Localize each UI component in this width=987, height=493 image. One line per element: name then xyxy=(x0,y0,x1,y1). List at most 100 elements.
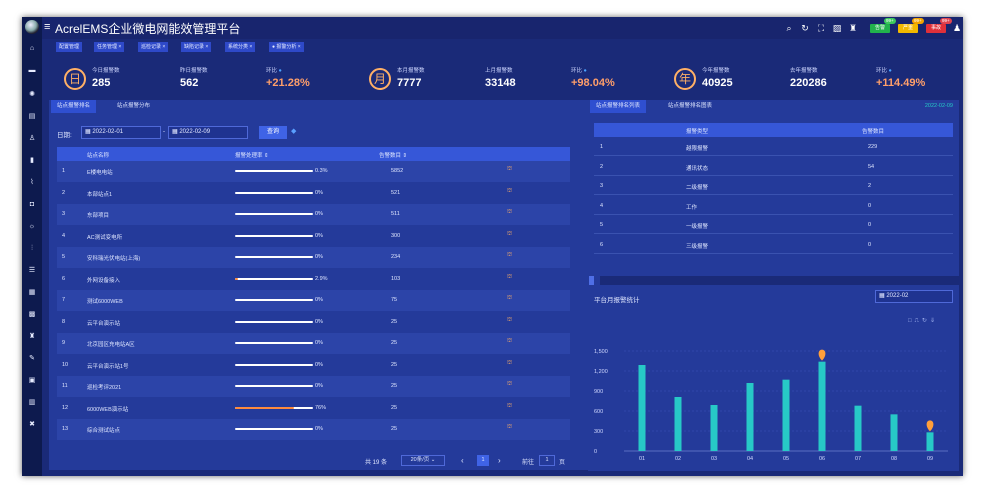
refresh-icon[interactable]: ↻ xyxy=(800,23,810,33)
type-table-row[interactable]: 6 三级报警 0 xyxy=(594,235,953,254)
min-value-marker[interactable] xyxy=(926,420,934,432)
detail-icon[interactable]: ⛫ xyxy=(507,381,512,388)
col-handle-rate[interactable]: 报警处理率 ⇕ xyxy=(235,151,269,159)
list-icon[interactable]: ☰ xyxy=(27,267,37,275)
alarm-icon[interactable]: ♜ xyxy=(27,333,37,341)
search-icon[interactable]: ⌕ xyxy=(784,23,794,33)
alarm-count: 25 xyxy=(391,361,398,368)
goto-page-input[interactable]: 1 xyxy=(539,455,555,466)
date-to-input[interactable]: ▦ 2022-02-09 xyxy=(168,126,248,139)
table-icon[interactable]: ▦ xyxy=(27,289,37,297)
detail-icon[interactable]: ⛫ xyxy=(507,166,512,173)
tab-ranking-list[interactable]: 站点报警排名列表 xyxy=(590,100,647,113)
detail-icon[interactable]: ⛫ xyxy=(507,317,512,324)
tools-icon[interactable]: ✖ xyxy=(27,421,37,429)
col-site-name[interactable]: 站点名称 xyxy=(87,151,109,159)
bar-month-07[interactable] xyxy=(854,405,862,451)
table-row[interactable]: 8 云平台演示站 0% 25 ⛫ xyxy=(57,312,570,333)
table-row[interactable]: 11 巡检考评2021 0% 25 ⛫ xyxy=(57,376,570,397)
table-row[interactable]: 3 东部项目 0% 511 ⛫ xyxy=(57,204,570,225)
detail-icon[interactable]: ⛫ xyxy=(507,338,512,345)
detail-icon[interactable]: ⛫ xyxy=(507,295,512,302)
type-table-row[interactable]: 5 一级报警 0 xyxy=(594,215,953,234)
table-row[interactable]: 13 综合测试站点 0% 25 ⛫ xyxy=(57,419,570,440)
page-number-current[interactable]: 1 xyxy=(477,455,489,466)
user-icon[interactable]: ♟ xyxy=(952,23,962,33)
table-row[interactable]: 2 本部站点1 0% 521 ⛫ xyxy=(57,183,570,204)
table-row[interactable]: 9 北京园区充电站A区 0% 25 ⛫ xyxy=(57,333,570,354)
nav-tab[interactable]: 任务管理 × xyxy=(94,42,125,52)
detail-icon[interactable]: ⛫ xyxy=(507,231,512,238)
goto-label: 前往 xyxy=(522,460,535,466)
alarm-badge-serious[interactable]: 严重 xyxy=(898,24,918,33)
bar-month-02[interactable] xyxy=(674,397,682,451)
monitor-icon[interactable]: ▬ xyxy=(27,67,37,75)
detail-icon[interactable]: ⛫ xyxy=(507,360,512,367)
kpi-daily: 日 今日报警数 285 昨日报警数 562 环比 ● +21.28% xyxy=(62,54,352,104)
nav-tab[interactable]: 系统分类 × xyxy=(225,42,256,52)
menu-icon[interactable]: ≡ xyxy=(44,21,50,33)
tab-site-ranking[interactable]: 站点报警排名 xyxy=(51,100,97,113)
doc-icon[interactable]: ▥ xyxy=(27,399,37,407)
type-table-row[interactable]: 3 二级报警 2 xyxy=(594,176,953,195)
nav-tab[interactable]: 缺陷记录 × xyxy=(181,42,212,52)
fullscreen-icon[interactable]: ⛶ xyxy=(816,23,826,33)
report-icon[interactable]: ▤ xyxy=(27,113,37,121)
prev-page-icon[interactable]: ‹ xyxy=(461,456,464,465)
bar-month-04[interactable] xyxy=(746,383,754,451)
alarm-badge-accident[interactable]: 事故 xyxy=(926,24,946,33)
user-group-icon[interactable]: ♙ xyxy=(27,135,37,143)
type-table-row[interactable]: 4 工作 0 xyxy=(594,196,953,215)
detail-icon[interactable]: ⛫ xyxy=(507,252,512,259)
nav-tab-active[interactable]: ● 报警分析 × xyxy=(269,42,304,52)
image-icon[interactable]: ▨ xyxy=(832,23,842,33)
bar-month-01[interactable] xyxy=(638,365,646,451)
bar-month-06[interactable] xyxy=(818,361,826,451)
table-row[interactable]: 4 AC测试变电所 0% 300 ⛫ xyxy=(57,226,570,247)
home-icon[interactable]: ⌂ xyxy=(27,45,37,53)
alarm-count: 25 xyxy=(391,318,398,325)
col-alarm-count[interactable]: 告警数目 ⇕ xyxy=(379,151,407,159)
tab-ranking-chart[interactable]: 站点报警排名图表 xyxy=(662,100,718,113)
nav-tab[interactable]: 巡检记录 × xyxy=(138,42,169,52)
window-icon[interactable]: ▣ xyxy=(27,377,37,385)
table-row[interactable]: 1 E楼电电站 0.3% 5852 ⛫ xyxy=(57,161,570,182)
detail-icon[interactable]: ⛫ xyxy=(507,209,512,216)
detail-icon[interactable]: ⛫ xyxy=(507,403,512,410)
badge-count: 99+ xyxy=(884,18,896,24)
handle-rate-text: 2.9% xyxy=(315,275,328,282)
type-table-row[interactable]: 2 通讯状态 54 xyxy=(594,157,953,176)
settings-icon[interactable]: ✺ xyxy=(27,91,37,99)
query-button[interactable]: 查询 xyxy=(259,126,287,139)
edit-icon[interactable]: ✎ xyxy=(27,355,37,363)
bar-month-05[interactable] xyxy=(782,379,790,451)
shirt-icon[interactable]: ♜ xyxy=(848,23,858,33)
grid-icon[interactable]: ▩ xyxy=(27,311,37,319)
bar-month-09[interactable] xyxy=(926,432,934,451)
camera-icon[interactable]: ◘ xyxy=(27,201,37,209)
table-row[interactable]: 7 测试6000WEB 0% 75 ⛫ xyxy=(57,290,570,311)
max-value-marker[interactable] xyxy=(818,349,826,361)
table-row[interactable]: 5 安科瑞光伏电站(上海) 0% 234 ⛫ xyxy=(57,247,570,268)
alarm-type: 二级报警 xyxy=(686,185,709,191)
chart-icon[interactable]: ▮ xyxy=(27,157,37,165)
detail-icon[interactable]: ⛫ xyxy=(507,424,512,431)
next-page-icon[interactable]: › xyxy=(498,456,501,465)
bulb-icon[interactable]: ☼ xyxy=(27,223,37,231)
tab-site-distribution[interactable]: 站点报警分布 xyxy=(111,100,156,113)
trend-icon[interactable]: ⌇ xyxy=(27,179,37,187)
alarm-badge-warning[interactable]: 告警 xyxy=(870,24,890,33)
detail-icon[interactable]: ⛫ xyxy=(507,188,512,195)
tower-icon[interactable]: ⫶ xyxy=(27,245,37,253)
help-icon[interactable]: ◆ xyxy=(291,127,296,135)
bar-month-03[interactable] xyxy=(710,405,718,451)
nav-tab[interactable]: 配置管理 xyxy=(56,42,83,52)
table-row[interactable]: 6 外网设备接入 2.9% 103 ⛫ xyxy=(57,269,570,290)
table-row[interactable]: 10 云平台演示站1号 0% 25 ⛫ xyxy=(57,355,570,376)
detail-icon[interactable]: ⛫ xyxy=(507,274,512,281)
date-from-input[interactable]: ▦ 2022-02-01 xyxy=(81,126,161,139)
table-row[interactable]: 12 6000WEB演示站 76% 25 ⛫ xyxy=(57,398,570,419)
type-table-row[interactable]: 1 越限报警 229 xyxy=(594,137,953,156)
page-size-select[interactable]: 20条/页 ⌄ xyxy=(401,455,445,466)
bar-month-08[interactable] xyxy=(890,414,898,451)
